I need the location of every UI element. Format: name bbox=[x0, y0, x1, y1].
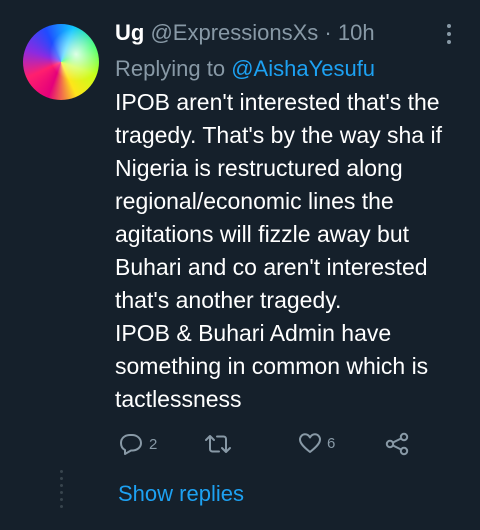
share-icon bbox=[385, 432, 409, 456]
heart-icon bbox=[299, 433, 321, 453]
like-button[interactable]: 6 bbox=[298, 432, 335, 454]
replying-prefix: Replying to bbox=[115, 56, 226, 81]
tweet-paragraph: IPOB & Buhari Admin have something in co… bbox=[115, 320, 429, 412]
tweet-body: IPOB aren't interested that's the traged… bbox=[115, 86, 470, 416]
more-vertical-icon[interactable] bbox=[447, 24, 453, 44]
replying-to: Replying to @AishaYesufu bbox=[115, 54, 375, 84]
action-bar: 2 6 bbox=[118, 432, 418, 462]
reply-button[interactable]: 2 bbox=[118, 432, 157, 456]
thread-line bbox=[60, 470, 63, 512]
handle[interactable]: @ExpressionsXs bbox=[150, 20, 318, 45]
avatar[interactable] bbox=[23, 24, 99, 100]
tweet-header: Ug @ExpressionsXs · 10h bbox=[115, 18, 375, 48]
separator: · bbox=[324, 20, 332, 45]
show-replies-link[interactable]: Show replies bbox=[118, 481, 244, 507]
display-name[interactable]: Ug bbox=[115, 20, 144, 45]
retweet-icon bbox=[205, 435, 231, 453]
replying-to-link[interactable]: @AishaYesufu bbox=[231, 56, 375, 81]
reply-icon bbox=[120, 434, 142, 455]
share-button[interactable] bbox=[384, 432, 410, 456]
retweet-button[interactable] bbox=[204, 432, 237, 456]
like-count: 6 bbox=[327, 434, 336, 452]
tweet-paragraph: IPOB aren't interested that's the traged… bbox=[115, 89, 442, 313]
timestamp[interactable]: 10h bbox=[338, 20, 375, 45]
reply-count: 2 bbox=[149, 435, 158, 453]
